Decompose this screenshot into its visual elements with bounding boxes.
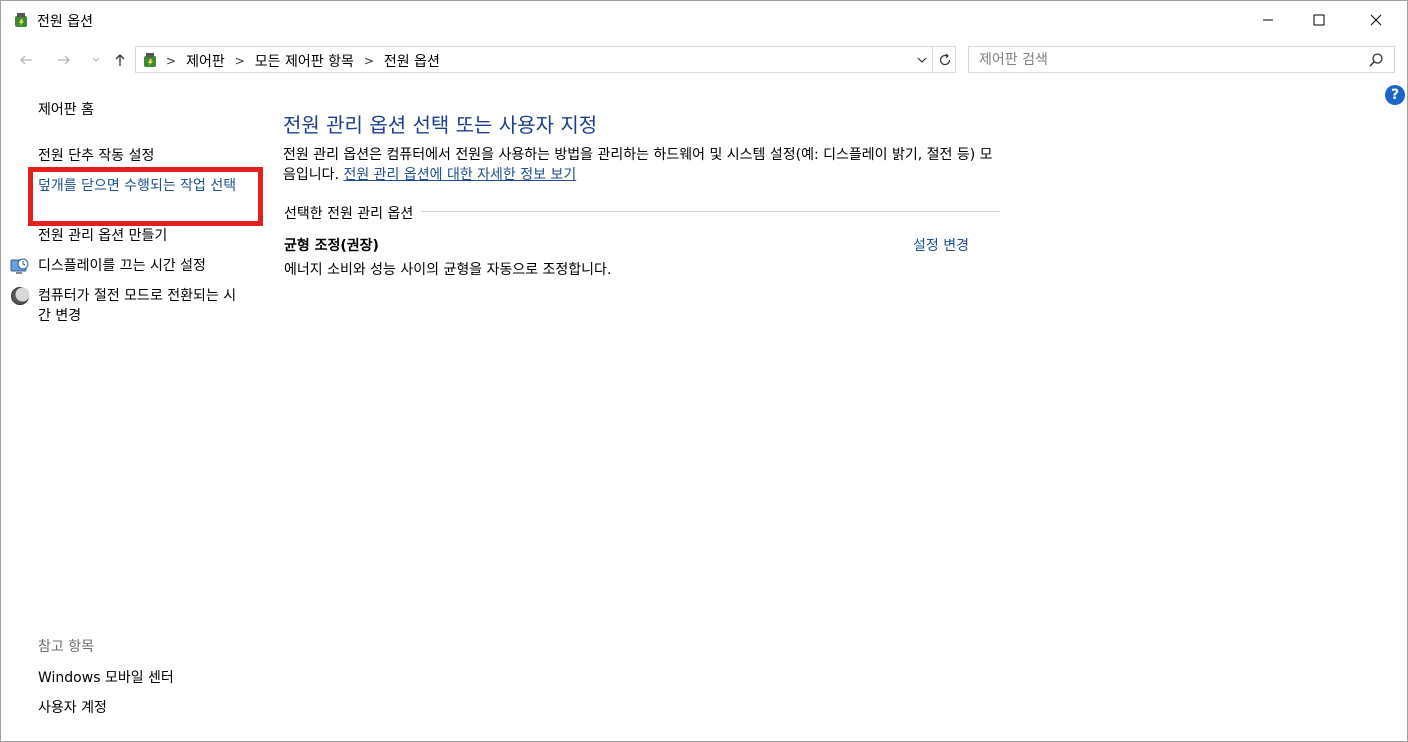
sidebar-item-display-off-time[interactable]: 디스플레이를 끄는 시간 설정 xyxy=(38,256,206,276)
maximize-icon xyxy=(1313,14,1325,26)
breadcrumb: > 제어판 > 모든 제어판 항목 > 전원 옵션 xyxy=(166,51,440,71)
sidebar-item-sleep-time[interactable]: 컴퓨터가 절전 모드로 전환되는 시간 변경 xyxy=(38,286,243,326)
title-bar: 전원 옵션 xyxy=(1,1,1407,39)
forward-button[interactable] xyxy=(53,49,75,71)
power-options-icon xyxy=(15,13,27,27)
sidebar-item-control-panel-home[interactable]: 제어판 홈 xyxy=(38,100,94,120)
arrow-up-icon xyxy=(115,54,125,66)
sidebar-item-power-button-settings[interactable]: 전원 단추 작동 설정 xyxy=(38,146,154,166)
highlight-annotation-box xyxy=(28,167,263,226)
see-also-heading: 참고 항목 xyxy=(38,639,94,655)
breadcrumb-separator-icon[interactable]: > xyxy=(364,54,374,68)
maximize-button[interactable] xyxy=(1296,1,1342,39)
moon-icon xyxy=(11,287,30,305)
breadcrumb-power-options[interactable]: 전원 옵션 xyxy=(384,51,440,71)
window-title: 전원 옵션 xyxy=(37,14,93,30)
page-title: 전원 관리 옵션 선택 또는 사용자 지정 xyxy=(283,113,598,137)
plan-name: 균형 조정(권장) xyxy=(284,238,379,254)
display-clock-icon xyxy=(10,258,29,274)
back-button[interactable] xyxy=(15,49,37,71)
minimize-button[interactable] xyxy=(1245,1,1291,39)
breadcrumb-separator-icon[interactable]: > xyxy=(235,54,245,68)
chevron-down-icon xyxy=(92,57,100,62)
change-plan-settings-link[interactable]: 설정 변경 xyxy=(913,235,969,255)
see-also-mobility-center[interactable]: Windows 모바일 센터 xyxy=(38,667,174,687)
control-panel-icon xyxy=(144,53,156,67)
section-heading: 선택한 전원 관리 옵션 xyxy=(284,203,422,223)
refresh-icon xyxy=(939,53,950,65)
search-icon[interactable] xyxy=(1367,51,1385,69)
close-icon xyxy=(1370,14,1382,26)
page-description: 전원 관리 옵션은 컴퓨터에서 전원을 사용하는 방법을 관리하는 하드웨어 및… xyxy=(283,145,1003,185)
power-options-window: 전원 옵션 > 제어판 > 모든 제어판 항목 > 전원 옵션 제어판 검색 ?… xyxy=(0,0,1408,742)
breadcrumb-separator-icon[interactable]: > xyxy=(166,54,176,68)
sidebar-item-create-power-plan[interactable]: 전원 관리 옵션 만들기 xyxy=(38,226,167,246)
search-input[interactable] xyxy=(969,47,1359,72)
close-button[interactable] xyxy=(1353,1,1399,39)
arrow-right-icon xyxy=(58,55,70,65)
address-dropdown-button[interactable] xyxy=(912,50,932,70)
breadcrumb-all-items[interactable]: 모든 제어판 항목 xyxy=(255,51,354,71)
help-icon[interactable]: ? xyxy=(1385,85,1405,105)
more-info-link[interactable]: 전원 관리 옵션에 대한 자세한 정보 보기 xyxy=(343,167,576,183)
minimize-icon xyxy=(1263,19,1273,21)
breadcrumb-control-panel[interactable]: 제어판 xyxy=(186,51,225,71)
plan-description: 에너지 소비와 성능 사이의 균형을 자동으로 조정합니다. xyxy=(284,262,612,278)
chevron-down-icon xyxy=(917,57,927,63)
refresh-button[interactable] xyxy=(932,47,956,72)
search-box[interactable] xyxy=(968,46,1395,73)
see-also-user-accounts[interactable]: 사용자 계정 xyxy=(38,697,107,717)
recent-locations-button[interactable] xyxy=(85,49,107,71)
arrow-left-icon xyxy=(20,55,32,65)
up-button[interactable] xyxy=(109,49,131,71)
address-bar[interactable]: > 제어판 > 모든 제어판 항목 > 전원 옵션 xyxy=(135,46,956,73)
